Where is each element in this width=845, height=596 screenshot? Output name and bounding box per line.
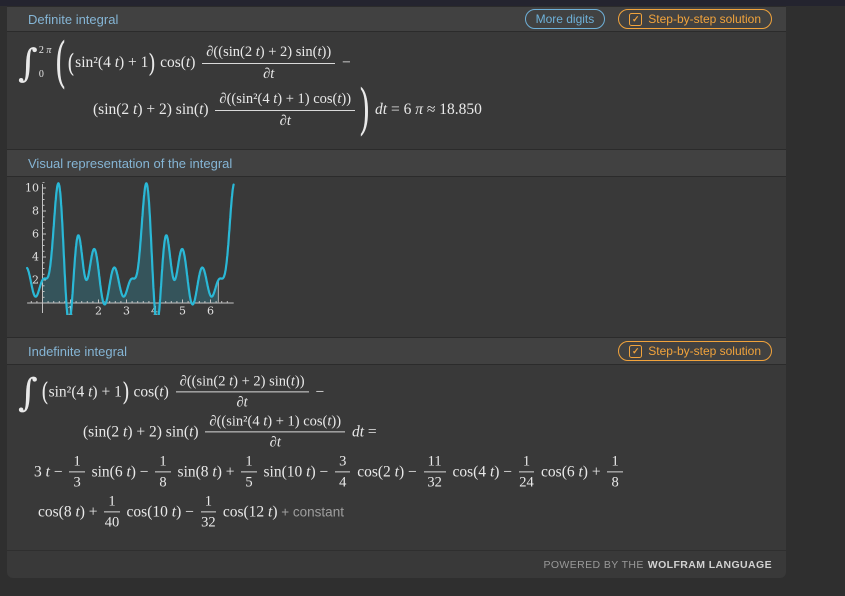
pod-definite-title: Definite integral — [28, 12, 525, 27]
svg-text:6: 6 — [207, 305, 214, 318]
pod-visual-title: Visual representation of the integral — [28, 156, 772, 171]
math-line-indefinite-2: (sin(2 t) + 2) sin(t) ∂((sin²(4 t) + 1) … — [83, 412, 377, 451]
pod-visual-header: Visual representation of the integral — [7, 149, 786, 177]
svg-text:3: 3 — [123, 305, 130, 318]
step-by-step-label: Step-by-step solution — [648, 344, 761, 358]
integral-plot[interactable]: 123456246810 — [15, 182, 255, 322]
svg-text:4: 4 — [32, 251, 39, 264]
results-card: Definite integral More digits ✓ Step-by-… — [7, 6, 786, 578]
wolfram-results-page: Definite integral More digits ✓ Step-by-… — [0, 0, 845, 596]
pod-indefinite-header: Indefinite integral ✓ Step-by-step solut… — [7, 337, 786, 365]
svg-text:10: 10 — [25, 182, 39, 195]
step-by-step-label: Step-by-step solution — [648, 12, 761, 26]
svg-text:5: 5 — [179, 305, 186, 318]
svg-text:2: 2 — [95, 305, 102, 318]
svg-text:2: 2 — [32, 274, 39, 287]
checkbox-checked-icon: ✓ — [629, 13, 642, 26]
svg-text:6: 6 — [32, 228, 39, 241]
pod-definite-header: Definite integral More digits ✓ Step-by-… — [7, 6, 786, 32]
math-line-definite-1: ∫2 π0((sin²(4 t) + 1) cos(t) ∂((sin(2 t)… — [18, 36, 351, 90]
math-line-definite-2: (sin(2 t) + 2) sin(t) ∂((sin²(4 t) + 1) … — [93, 83, 482, 137]
step-by-step-button-indefinite[interactable]: ✓ Step-by-step solution — [618, 341, 772, 361]
math-line-indefinite-4: cos(8 t) + 140 cos(10 t) − 132 cos(12 t)… — [38, 492, 344, 531]
more-digits-button[interactable]: More digits — [525, 9, 606, 29]
pod-indefinite-title: Indefinite integral — [28, 344, 618, 359]
math-line-indefinite-3: 3 t − 13 sin(6 t) − 18 sin(8 t) + 15 sin… — [34, 452, 626, 491]
footer-prefix: POWERED BY THE — [543, 559, 643, 571]
footer: POWERED BY THE WOLFRAM LANGUAGE — [7, 550, 786, 578]
math-line-indefinite-1: ∫(sin²(4 t) + 1) cos(t) ∂((sin(2 t) + 2)… — [18, 372, 324, 411]
footer-brand: WOLFRAM LANGUAGE — [648, 559, 772, 571]
checkbox-checked-icon: ✓ — [629, 345, 642, 358]
more-digits-label: More digits — [536, 12, 595, 26]
svg-text:8: 8 — [32, 205, 39, 218]
step-by-step-button-definite[interactable]: ✓ Step-by-step solution — [618, 9, 772, 29]
